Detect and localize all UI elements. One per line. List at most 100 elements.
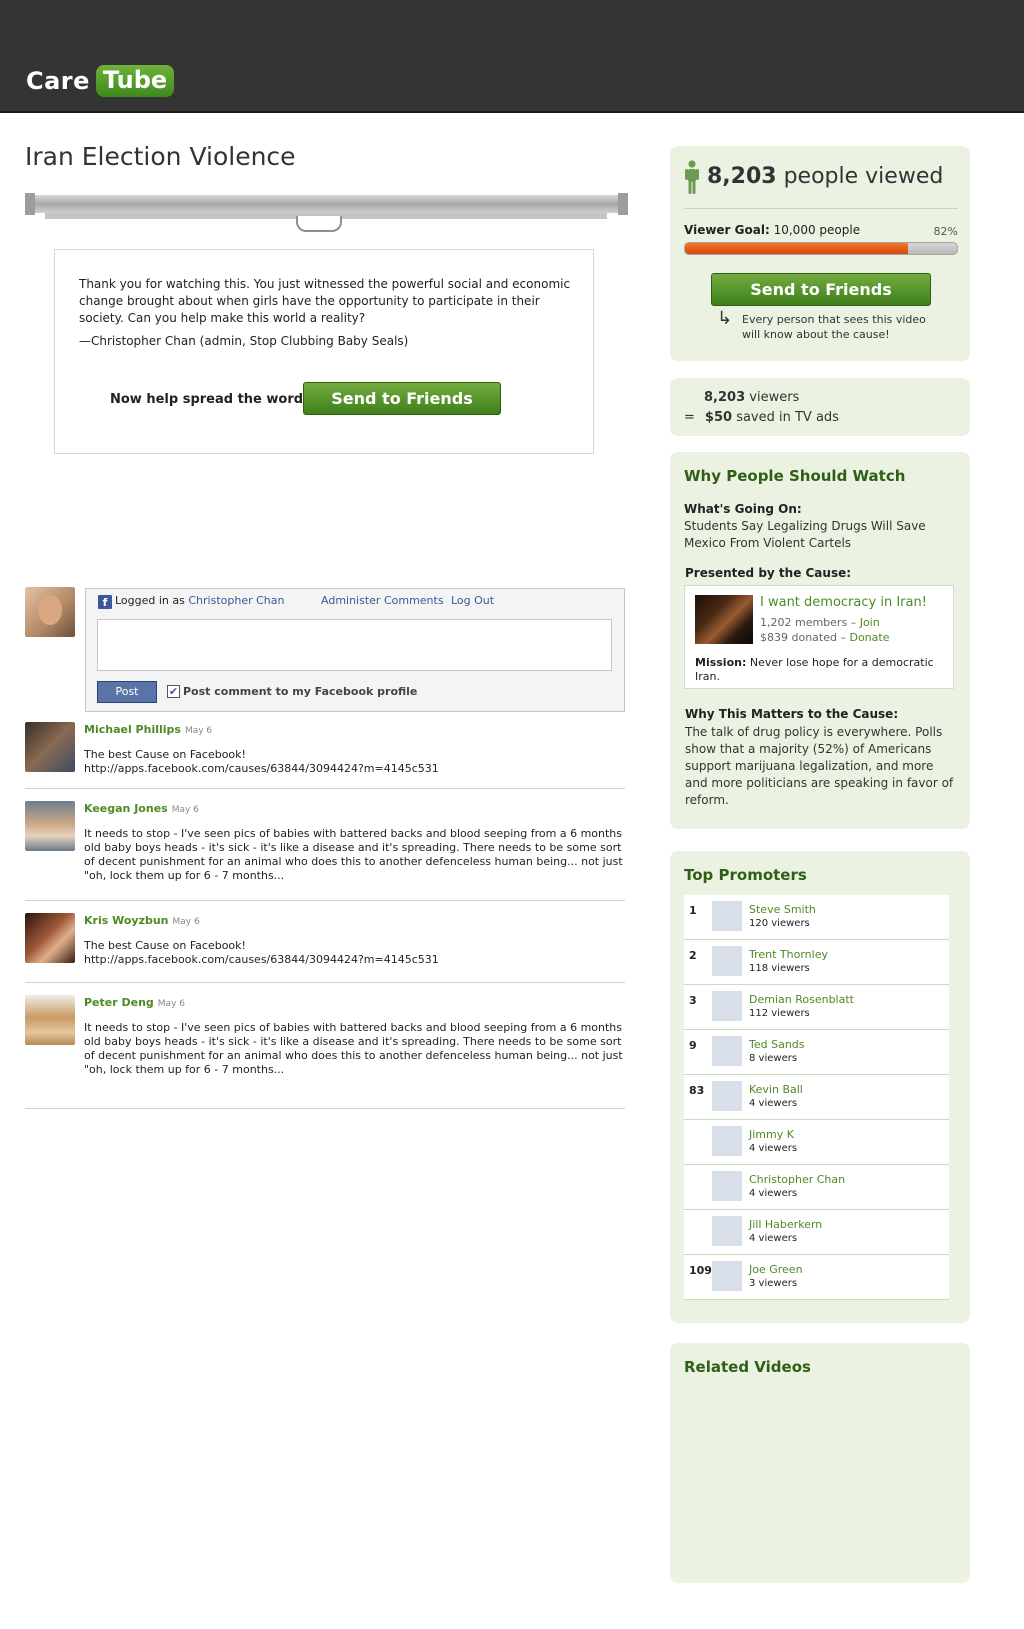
- promoter-viewers: 4 viewers: [749, 1098, 798, 1109]
- promoter-avatar[interactable]: [712, 1081, 742, 1111]
- cause-separator: –: [850, 616, 857, 629]
- promoter-name-link[interactable]: Trent Thornley: [749, 948, 828, 961]
- administer-comments-link[interactable]: Administer Comments: [321, 594, 444, 607]
- promoter-name-link[interactable]: Christopher Chan: [749, 1173, 845, 1186]
- logo-care-text: Care: [26, 67, 90, 95]
- logged-in-prefix: Logged in as: [115, 594, 185, 607]
- comment-date: May 6: [172, 917, 200, 927]
- matters-label: Why This Matters to the Cause:: [685, 707, 899, 721]
- cause-thumbnail[interactable]: [695, 595, 753, 644]
- top-promoters-panel: Top Promoters 1 Steve Smith 120 viewers 2 Tr…: [670, 851, 970, 1323]
- promoter-rank: 3: [689, 994, 697, 1007]
- promoter-row[interactable]: 2 Trent Thornley 118 viewers: [684, 940, 949, 985]
- promoter-rank: 2: [689, 949, 697, 962]
- spread-label: Now help spread the word:: [110, 392, 309, 407]
- cause-separator: –: [840, 631, 846, 644]
- cause-members: 1,202 members – Join: [760, 616, 880, 629]
- post-to-profile-label: Post comment to my Facebook profile: [183, 685, 418, 698]
- post-to-profile-checkbox[interactable]: ✔: [167, 685, 180, 698]
- savings-label: saved in TV ads: [736, 410, 839, 425]
- promoter-rank: 83: [689, 1084, 705, 1097]
- promoter-row[interactable]: Christopher Chan 4 viewers: [684, 1165, 949, 1210]
- arrow-return-icon: ↳: [717, 308, 733, 329]
- video-player-bar[interactable]: [25, 193, 628, 215]
- promoter-row[interactable]: 3 Demian Rosenblatt 112 viewers: [684, 985, 949, 1030]
- comment-item: Kris Woyzbun May 6 The best Cause on Face…: [25, 913, 625, 983]
- comment-author-link[interactable]: Peter Deng: [84, 996, 154, 1009]
- video-title: Iran Election Violence: [25, 142, 296, 171]
- promoter-avatar[interactable]: [712, 1036, 742, 1066]
- promoter-row[interactable]: 83 Kevin Ball 4 viewers: [684, 1075, 949, 1120]
- promoter-name-link[interactable]: Jimmy K: [749, 1128, 794, 1141]
- comment-author-link[interactable]: Keegan Jones: [84, 802, 168, 815]
- promoter-row[interactable]: 109 Joe Green 3 viewers: [684, 1255, 949, 1300]
- comment-avatar[interactable]: [25, 913, 75, 963]
- comment-author-link[interactable]: Michael Phillips: [84, 723, 181, 736]
- viewers-count: 8,203: [704, 390, 746, 405]
- promoter-row[interactable]: Jimmy K 4 viewers: [684, 1120, 949, 1165]
- comment-date: May 6: [171, 805, 199, 815]
- related-videos-panel: Related Videos: [670, 1343, 970, 1583]
- promoter-name-link[interactable]: Steve Smith: [749, 903, 816, 916]
- promoter-viewers: 8 viewers: [749, 1053, 798, 1064]
- promoter-avatar[interactable]: [712, 901, 742, 931]
- thanks-box: Thank you for watching this. You just wi…: [54, 249, 594, 454]
- comment-body: It needs to stop - I've seen pics of bab…: [84, 1021, 623, 1076]
- current-user-avatar[interactable]: [25, 587, 75, 637]
- log-out-link[interactable]: Log Out: [451, 594, 494, 607]
- promoter-avatar[interactable]: [712, 946, 742, 976]
- promoter-name-link[interactable]: Joe Green: [749, 1263, 803, 1276]
- cause-name-link[interactable]: I want democracy in Iran!: [760, 595, 927, 610]
- player-toggle-tab[interactable]: [296, 216, 342, 232]
- logged-in-user-link[interactable]: Christopher Chan: [188, 594, 284, 607]
- promoter-row[interactable]: Jill Haberkern 4 viewers: [684, 1210, 949, 1255]
- mission-label: Mission:: [695, 656, 747, 669]
- comment-avatar[interactable]: [25, 995, 75, 1045]
- comment-date: May 6: [157, 999, 185, 1009]
- send-to-friends-button[interactable]: Send to Friends: [303, 382, 501, 415]
- comment-avatar[interactable]: [25, 801, 75, 851]
- promoter-avatar[interactable]: [712, 1171, 742, 1201]
- comment-item: Keegan Jones May 6 It needs to stop - I'v…: [25, 801, 625, 901]
- promoter-rank: 9: [689, 1039, 697, 1052]
- promoter-avatar[interactable]: [712, 1261, 742, 1291]
- comment-input[interactable]: [97, 619, 612, 671]
- join-link[interactable]: Join: [860, 616, 880, 629]
- going-on-text: Students Say Legalizing Drugs Will Save …: [684, 519, 926, 550]
- logged-in-text: Logged in as Christopher Chan: [115, 594, 285, 607]
- promoter-name-link[interactable]: Ted Sands: [749, 1038, 805, 1051]
- promoter-avatar[interactable]: [712, 1216, 742, 1246]
- promoter-viewers: 4 viewers: [749, 1188, 798, 1199]
- why-watch-panel: Why People Should Watch What's Going On:…: [670, 452, 970, 829]
- post-button[interactable]: Post: [97, 681, 157, 703]
- person-icon: [685, 160, 699, 194]
- promoter-row[interactable]: 9 Ted Sands 8 viewers: [684, 1030, 949, 1075]
- promoter-name-link[interactable]: Demian Rosenblatt: [749, 993, 854, 1006]
- viewed-suffix: people viewed: [783, 164, 944, 189]
- promoter-avatar[interactable]: [712, 991, 742, 1021]
- comment-date: May 6: [184, 726, 213, 736]
- top-promoters-heading: Top Promoters: [684, 866, 807, 884]
- cause-members-count: 1,202 members: [760, 616, 848, 629]
- viewer-goal-progress-fill: [685, 243, 909, 254]
- donate-link[interactable]: Donate: [849, 631, 889, 644]
- cause-mission: Mission: Never lose hope for a democrati…: [695, 656, 945, 684]
- comment-avatar[interactable]: [25, 722, 75, 772]
- promoter-name-link[interactable]: Jill Haberkern: [749, 1218, 822, 1231]
- promoter-row[interactable]: 1 Steve Smith 120 viewers: [684, 895, 949, 940]
- presented-by-label: Presented by the Cause:: [685, 566, 852, 580]
- send-to-friends-button[interactable]: Send to Friends: [711, 273, 931, 306]
- player-bar-left-cap: [25, 193, 35, 215]
- viewer-goal-percent: 82%: [933, 225, 958, 238]
- comment-author-line: Kris Woyzbun May 6: [84, 914, 200, 927]
- comment-author-link[interactable]: Kris Woyzbun: [84, 914, 169, 927]
- comment-author-line: Peter Deng May 6: [84, 996, 185, 1009]
- promoter-viewers: 112 viewers: [749, 1008, 810, 1019]
- promoter-name-link[interactable]: Kevin Ball: [749, 1083, 803, 1096]
- promoter-avatar[interactable]: [712, 1126, 742, 1156]
- site-logo[interactable]: Care Tube: [26, 65, 175, 97]
- comment-item: Peter Deng May 6 It needs to stop - I've …: [25, 995, 625, 1109]
- viewers-line: 8,203 viewers: [704, 390, 799, 405]
- comment-body: The best Cause on Facebook! http://apps.…: [84, 939, 439, 966]
- viewed-count: 8,203 people viewed: [707, 164, 943, 189]
